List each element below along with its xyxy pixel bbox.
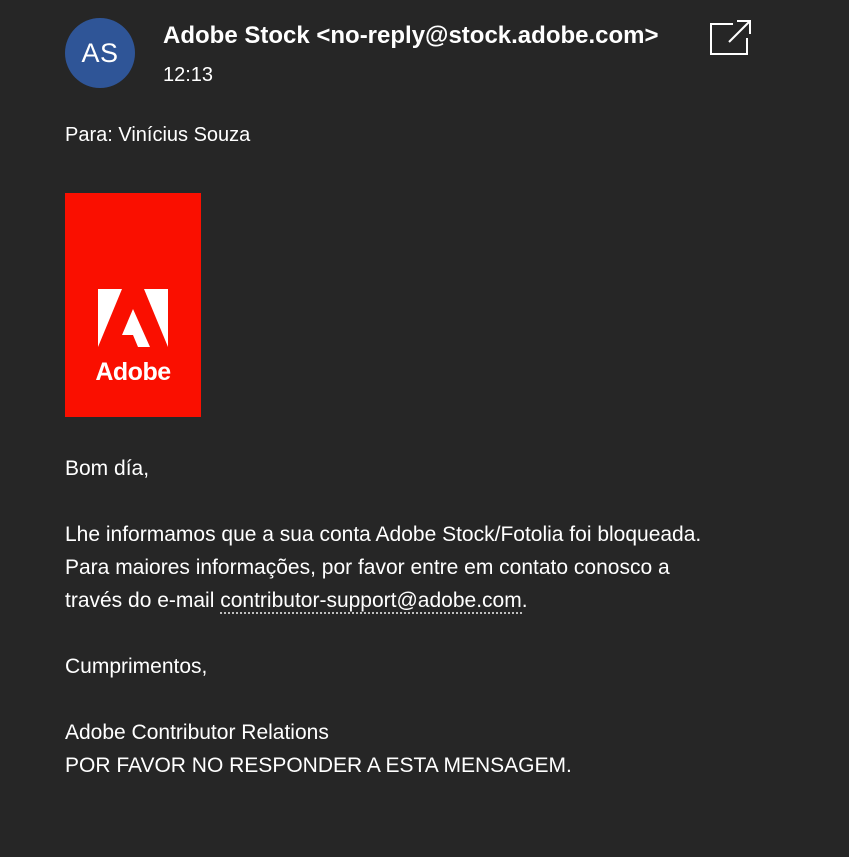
support-email-link[interactable]: contributor-support@adobe.com <box>220 589 522 614</box>
body-line-3-prefix: través do e-mail <box>65 589 221 612</box>
sender-name[interactable]: Adobe Stock <no-reply@stock.adobe.com> <box>163 22 659 50</box>
adobe-logo: Adobe <box>65 193 201 417</box>
message-time: 12:13 <box>163 64 214 86</box>
avatar: AS <box>65 18 135 88</box>
body-line-1: Lhe informamos que a sua conta Adobe Sto… <box>65 523 702 546</box>
adobe-a-icon <box>98 289 168 347</box>
open-in-new-window-icon[interactable] <box>707 16 755 58</box>
body-line-3-suffix: . <box>521 589 528 612</box>
recipient-line: Para: Vinícius Souza <box>65 124 251 146</box>
body-line-2: Para maiores informações, por favor entr… <box>65 556 670 579</box>
adobe-logo-text: Adobe <box>95 358 171 386</box>
greeting: Bom día, <box>65 457 150 480</box>
email-reading-pane: AS Adobe Stock <no-reply@stock.adobe.com… <box>0 0 849 857</box>
closing: Cumprimentos, <box>65 655 208 678</box>
signature: Adobe Contributor Relations <box>65 721 329 744</box>
no-reply-warning: POR FAVOR NO RESPONDER A ESTA MENSAGEM. <box>65 754 572 777</box>
body-line-3: través do e-mail contributor-support@ado… <box>65 584 825 617</box>
message-body: Bom día, Lhe informamos que a sua conta … <box>65 452 825 782</box>
